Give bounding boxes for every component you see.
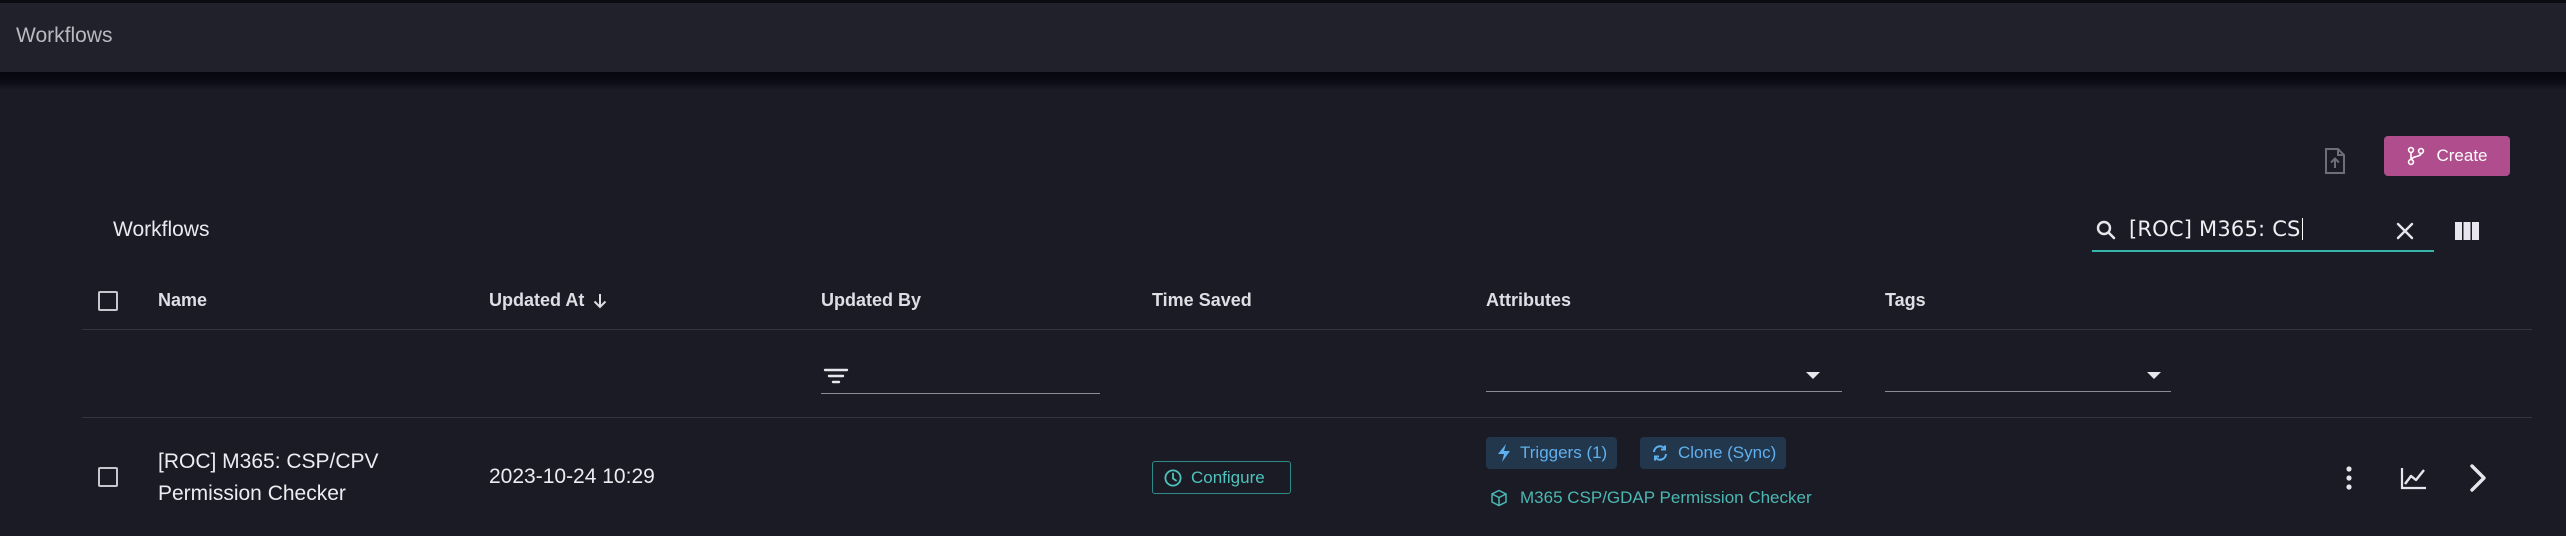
sync-icon xyxy=(1653,445,1667,461)
create-workflow-button[interactable]: Create xyxy=(2384,136,2510,176)
column-header-name[interactable]: Name xyxy=(158,290,207,311)
dropdown-arrow-icon xyxy=(2147,372,2161,379)
configure-time-saved-button[interactable]: Configure xyxy=(1152,461,1291,494)
column-header-updated-by[interactable]: Updated By xyxy=(821,290,921,311)
column-header-tags[interactable]: Tags xyxy=(1885,290,1926,311)
page-title: Workflows xyxy=(16,24,113,47)
triggers-label: Triggers (1) xyxy=(1520,443,1608,462)
line-chart-icon[interactable] xyxy=(2400,466,2428,490)
tags-filter-select[interactable] xyxy=(1885,358,2171,392)
column-header-time-saved[interactable]: Time Saved xyxy=(1152,290,1252,311)
filter-divider xyxy=(82,417,2532,418)
search-value: [ROC] M365: CS xyxy=(2129,217,2303,241)
create-button-label: Create xyxy=(2436,146,2488,165)
header-divider xyxy=(82,329,2532,330)
top-bar-shadow xyxy=(0,72,2566,90)
clear-search-icon[interactable] xyxy=(2394,220,2416,242)
column-header-updated-at-label: Updated At xyxy=(489,290,585,310)
arrow-down-icon xyxy=(594,293,607,308)
upload-workflow-button[interactable] xyxy=(2322,146,2348,176)
columns-toggle-icon[interactable] xyxy=(2454,221,2480,241)
column-header-updated-at[interactable]: Updated At xyxy=(489,290,608,311)
clone-sync-chip[interactable]: Clone (Sync) xyxy=(1640,437,1787,469)
table-title: Workflows xyxy=(113,218,210,241)
file-upload-icon xyxy=(2325,148,2345,174)
search-icon xyxy=(2096,220,2116,240)
search-input[interactable]: [ROC] M365: CS xyxy=(2092,212,2434,252)
row-select-checkbox[interactable] xyxy=(98,467,118,487)
updated-at-value: 2023-10-24 10:29 xyxy=(489,465,655,488)
clone-sync-label: Clone (Sync) xyxy=(1678,443,1777,462)
select-all-checkbox[interactable] xyxy=(98,291,118,311)
updated-by-filter-input[interactable] xyxy=(821,360,1100,394)
workflow-name[interactable]: [ROC] M365: CSP/CPV Permission Checker xyxy=(158,446,458,510)
cube-icon xyxy=(1491,489,1507,507)
column-header-attributes[interactable]: Attributes xyxy=(1486,290,1571,311)
linked-workflow-link[interactable]: M365 CSP/GDAP Permission Checker xyxy=(1490,488,1812,508)
attributes-filter-select[interactable] xyxy=(1486,358,1842,392)
triggers-chip[interactable]: Triggers (1) xyxy=(1486,437,1618,469)
more-vert-icon[interactable] xyxy=(2339,464,2359,492)
clock-icon xyxy=(1164,469,1182,486)
top-bar: Workflows xyxy=(0,0,2566,72)
chevron-right-icon[interactable] xyxy=(2466,463,2490,493)
filter-list-icon xyxy=(823,368,849,384)
lightning-bolt-icon xyxy=(1498,444,1510,462)
linked-workflow-label: M365 CSP/GDAP Permission Checker xyxy=(1520,488,1812,507)
git-branch-icon xyxy=(2408,146,2425,166)
configure-label: Configure xyxy=(1191,467,1265,487)
dropdown-arrow-icon xyxy=(1806,372,1820,379)
